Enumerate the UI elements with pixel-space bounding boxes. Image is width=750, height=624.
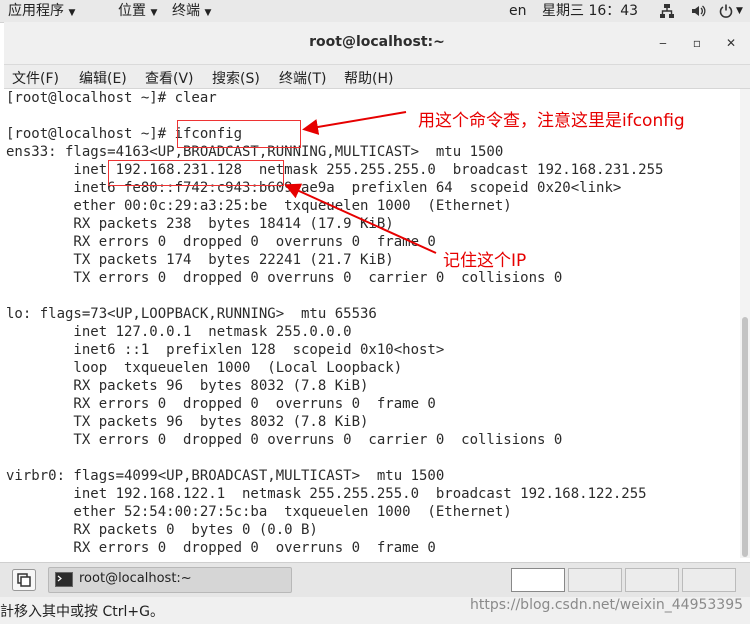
menu-edit[interactable]: 编辑(E)	[79, 68, 127, 88]
terminal-line: RX packets 0 bytes 0 (0.0 B)	[6, 522, 318, 538]
vm-input-hint: 計移入其中或按 Ctrl+G。	[0, 604, 164, 620]
menubar: 文件(F) 编辑(E) 查看(V) 搜索(S) 终端(T) 帮助(H)	[4, 65, 750, 89]
terminal-line: loop txqueuelen 1000 (Local Loopback)	[6, 360, 403, 376]
clock[interactable]: 星期三 16：43	[542, 1, 638, 21]
menu-file[interactable]: 文件(F)	[12, 68, 59, 88]
volume-icon[interactable]	[690, 3, 706, 19]
terminal-line: TX errors 0 dropped 0 overruns 0 carrier…	[6, 432, 563, 448]
chevron-down-icon: ▼	[150, 8, 158, 18]
taskbar-terminal-button[interactable]: root@localhost:~	[48, 567, 292, 593]
network-icon[interactable]	[659, 3, 675, 19]
input-language[interactable]: en	[509, 1, 527, 21]
window-titlebar[interactable]: root@localhost:~ ‒ ▫ ✕	[4, 22, 750, 65]
scrollbar-thumb[interactable]	[742, 317, 748, 557]
chevron-down-icon: ▼	[204, 8, 212, 18]
command-annotation: 用这个命令查，注意这里是ifconfig	[418, 111, 685, 131]
terminal-scrollbar[interactable]	[740, 89, 750, 558]
minimize-icon[interactable]: ‒	[656, 36, 670, 50]
terminal-window: root@localhost:~ ‒ ▫ ✕ 文件(F) 编辑(E) 查看(V)…	[4, 22, 750, 558]
terminal-line: RX errors 0 dropped 0 overruns 0 frame 0	[6, 540, 436, 556]
maximize-icon[interactable]: ▫	[690, 36, 704, 50]
ip-annotation: 记住这个IP	[443, 251, 527, 271]
menu-search[interactable]: 搜索(S)	[212, 68, 260, 88]
window-title: root@localhost:~	[309, 34, 445, 50]
terminal-line: RX errors 0 dropped 0 overruns 0 frame 0	[6, 234, 436, 250]
terminal-line: inet 192.168.231.128 netmask 255.255.255…	[6, 162, 664, 178]
terminal-line: TX packets 174 bytes 22241 (21.7 KiB)	[6, 252, 394, 268]
terminal-line: virbr0: flags=4099<UP,BROADCAST,MULTICAS…	[6, 468, 445, 484]
workspace-2[interactable]	[568, 568, 622, 592]
terminal-line: ether 00:0c:29:a3:25:be txqueuelen 1000 …	[6, 198, 512, 214]
terminal-line: inet6 fe80::f742:c943:b609:ae9a prefixle…	[6, 180, 622, 196]
workspace-3[interactable]	[625, 568, 679, 592]
ip-highlight-box	[108, 160, 284, 186]
top-panel: 应用程序 ▼ 位置 ▼ 终端 ▼ en 星期三 16：43 ▼	[0, 0, 750, 23]
ifconfig-highlight-box	[177, 120, 301, 148]
close-icon[interactable]: ✕	[724, 36, 738, 50]
workspace-1[interactable]	[511, 568, 565, 592]
terminal-line: RX errors 0 dropped 0 overruns 0 frame 0	[6, 396, 436, 412]
power-icon[interactable]	[718, 3, 734, 19]
show-desktop-icon[interactable]	[12, 569, 36, 591]
places-menu[interactable]: 位置 ▼	[118, 1, 157, 23]
places-menu-label: 位置	[118, 3, 146, 19]
terminal-line: RX packets 96 bytes 8032 (7.8 KiB)	[6, 378, 369, 394]
taskbar-terminal-label: root@localhost:~	[79, 571, 192, 586]
taskbar: root@localhost:~	[0, 562, 750, 597]
applications-menu-label: 应用程序	[8, 3, 64, 19]
terminal-line: inet 127.0.0.1 netmask 255.0.0.0	[6, 324, 352, 340]
workspace-4[interactable]	[682, 568, 736, 592]
chevron-down-icon: ▼	[68, 8, 76, 18]
applications-menu[interactable]: 应用程序 ▼	[8, 1, 75, 23]
chevron-down-icon[interactable]: ▼	[736, 1, 743, 21]
menu-terminal[interactable]: 终端(T)	[279, 68, 326, 88]
terminal-app-icon	[55, 572, 73, 587]
status-hint-bar: 計移入其中或按 Ctrl+G。 https://blog.csdn.net/we…	[0, 597, 750, 624]
menu-help[interactable]: 帮助(H)	[344, 68, 393, 88]
terminal-line: inet 192.168.122.1 netmask 255.255.255.0…	[6, 486, 647, 502]
terminal-line: inet6 ::1 prefixlen 128 scopeid 0x10<hos…	[6, 342, 445, 358]
terminal-line: lo: flags=73<UP,LOOPBACK,RUNNING> mtu 65…	[6, 306, 377, 322]
terminal-line: [root@localhost ~]# clear	[6, 90, 217, 106]
terminal-line: TX errors 0 dropped 0 overruns 0 carrier…	[6, 270, 563, 286]
menu-view[interactable]: 查看(V)	[145, 68, 194, 88]
terminal-menu[interactable]: 终端 ▼	[172, 1, 211, 23]
watermark-text: https://blog.csdn.net/weixin_44953395	[470, 597, 744, 613]
terminal-menu-label: 终端	[172, 3, 200, 19]
terminal-line: TX packets 96 bytes 8032 (7.8 KiB)	[6, 414, 369, 430]
terminal-line: ether 52:54:00:27:5c:ba txqueuelen 1000 …	[6, 504, 512, 520]
terminal-line: RX packets 238 bytes 18414 (17.9 KiB)	[6, 216, 394, 232]
